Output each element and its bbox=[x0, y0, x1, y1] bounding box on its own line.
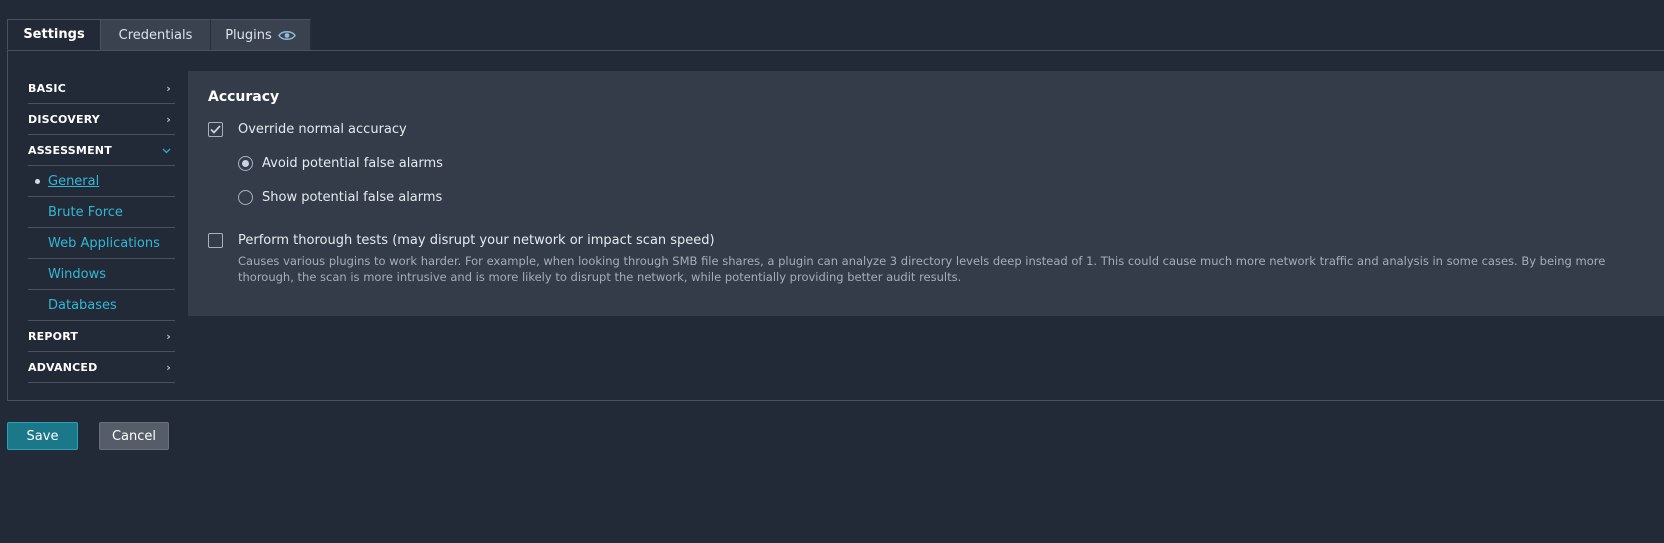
nav-item-label: Web Applications bbox=[48, 235, 160, 251]
section-heading: Accuracy bbox=[208, 89, 280, 105]
radio-show-label: Show potential false alarms bbox=[262, 190, 443, 205]
chevron-right-icon: › bbox=[166, 329, 171, 343]
radio-show-row: Show potential false alarms bbox=[238, 190, 442, 205]
override-accuracy-label: Override normal accuracy bbox=[238, 122, 407, 137]
save-button[interactable]: Save bbox=[7, 422, 78, 450]
thorough-tests-checkbox[interactable] bbox=[208, 233, 223, 248]
tab-plugins-label: Plugins bbox=[225, 27, 272, 43]
tab-bar: Settings Credentials Plugins bbox=[7, 19, 311, 50]
checkmark-icon bbox=[210, 125, 221, 134]
chevron-down-icon bbox=[162, 144, 171, 157]
nav-section-assessment[interactable]: ASSESSMENT bbox=[28, 135, 175, 166]
settings-panel: BASIC › DISCOVERY › ASSESSMENT General B… bbox=[7, 50, 1664, 401]
nav-section-report[interactable]: REPORT › bbox=[28, 321, 175, 352]
nav-item-general[interactable]: General bbox=[28, 166, 175, 197]
nav-section-label: REPORT bbox=[28, 329, 79, 343]
nav-item-windows[interactable]: Windows bbox=[28, 259, 175, 290]
settings-nav: BASIC › DISCOVERY › ASSESSMENT General B… bbox=[28, 73, 175, 383]
tab-credentials[interactable]: Credentials bbox=[101, 19, 211, 50]
radio-avoid-row: Avoid potential false alarms bbox=[238, 156, 443, 171]
tab-plugins[interactable]: Plugins bbox=[211, 19, 311, 50]
nav-item-label: Databases bbox=[48, 297, 117, 313]
nav-item-brute-force[interactable]: Brute Force bbox=[28, 197, 175, 228]
radio-avoid-false-alarms[interactable] bbox=[238, 156, 253, 171]
override-accuracy-row: Override normal accuracy bbox=[208, 122, 407, 137]
nav-section-label: DISCOVERY bbox=[28, 112, 100, 126]
thorough-tests-label: Perform thorough tests (may disrupt your… bbox=[238, 233, 715, 248]
tab-credentials-label: Credentials bbox=[118, 27, 193, 43]
active-bullet-icon bbox=[35, 179, 40, 184]
cancel-button[interactable]: Cancel bbox=[99, 422, 169, 450]
chevron-right-icon: › bbox=[166, 81, 171, 95]
nav-item-label: Brute Force bbox=[48, 204, 123, 220]
eye-icon bbox=[277, 30, 296, 41]
nav-section-discovery[interactable]: DISCOVERY › bbox=[28, 104, 175, 135]
nav-section-label: BASIC bbox=[28, 81, 66, 95]
tab-settings[interactable]: Settings bbox=[7, 19, 101, 50]
chevron-right-icon: › bbox=[166, 360, 171, 374]
radio-avoid-label: Avoid potential false alarms bbox=[262, 156, 443, 171]
nav-item-label: General bbox=[48, 173, 100, 189]
nav-section-label: ASSESSMENT bbox=[28, 143, 112, 157]
nav-item-label: Windows bbox=[48, 266, 107, 282]
nav-item-databases[interactable]: Databases bbox=[28, 290, 175, 321]
radio-selected-dot bbox=[242, 160, 249, 167]
thorough-tests-row: Perform thorough tests (may disrupt your… bbox=[208, 233, 715, 248]
tab-settings-label: Settings bbox=[23, 27, 85, 42]
override-accuracy-checkbox[interactable] bbox=[208, 122, 223, 137]
chevron-right-icon: › bbox=[166, 112, 171, 126]
thorough-tests-description: Causes various plugins to work harder. F… bbox=[238, 254, 1606, 284]
radio-show-false-alarms[interactable] bbox=[238, 190, 253, 205]
nav-section-advanced[interactable]: ADVANCED › bbox=[28, 352, 175, 383]
nav-item-web-applications[interactable]: Web Applications bbox=[28, 228, 175, 259]
accuracy-section: Accuracy Override normal accuracy Avoid … bbox=[188, 71, 1664, 316]
nav-section-label: ADVANCED bbox=[28, 360, 98, 374]
nav-section-basic[interactable]: BASIC › bbox=[28, 73, 175, 104]
